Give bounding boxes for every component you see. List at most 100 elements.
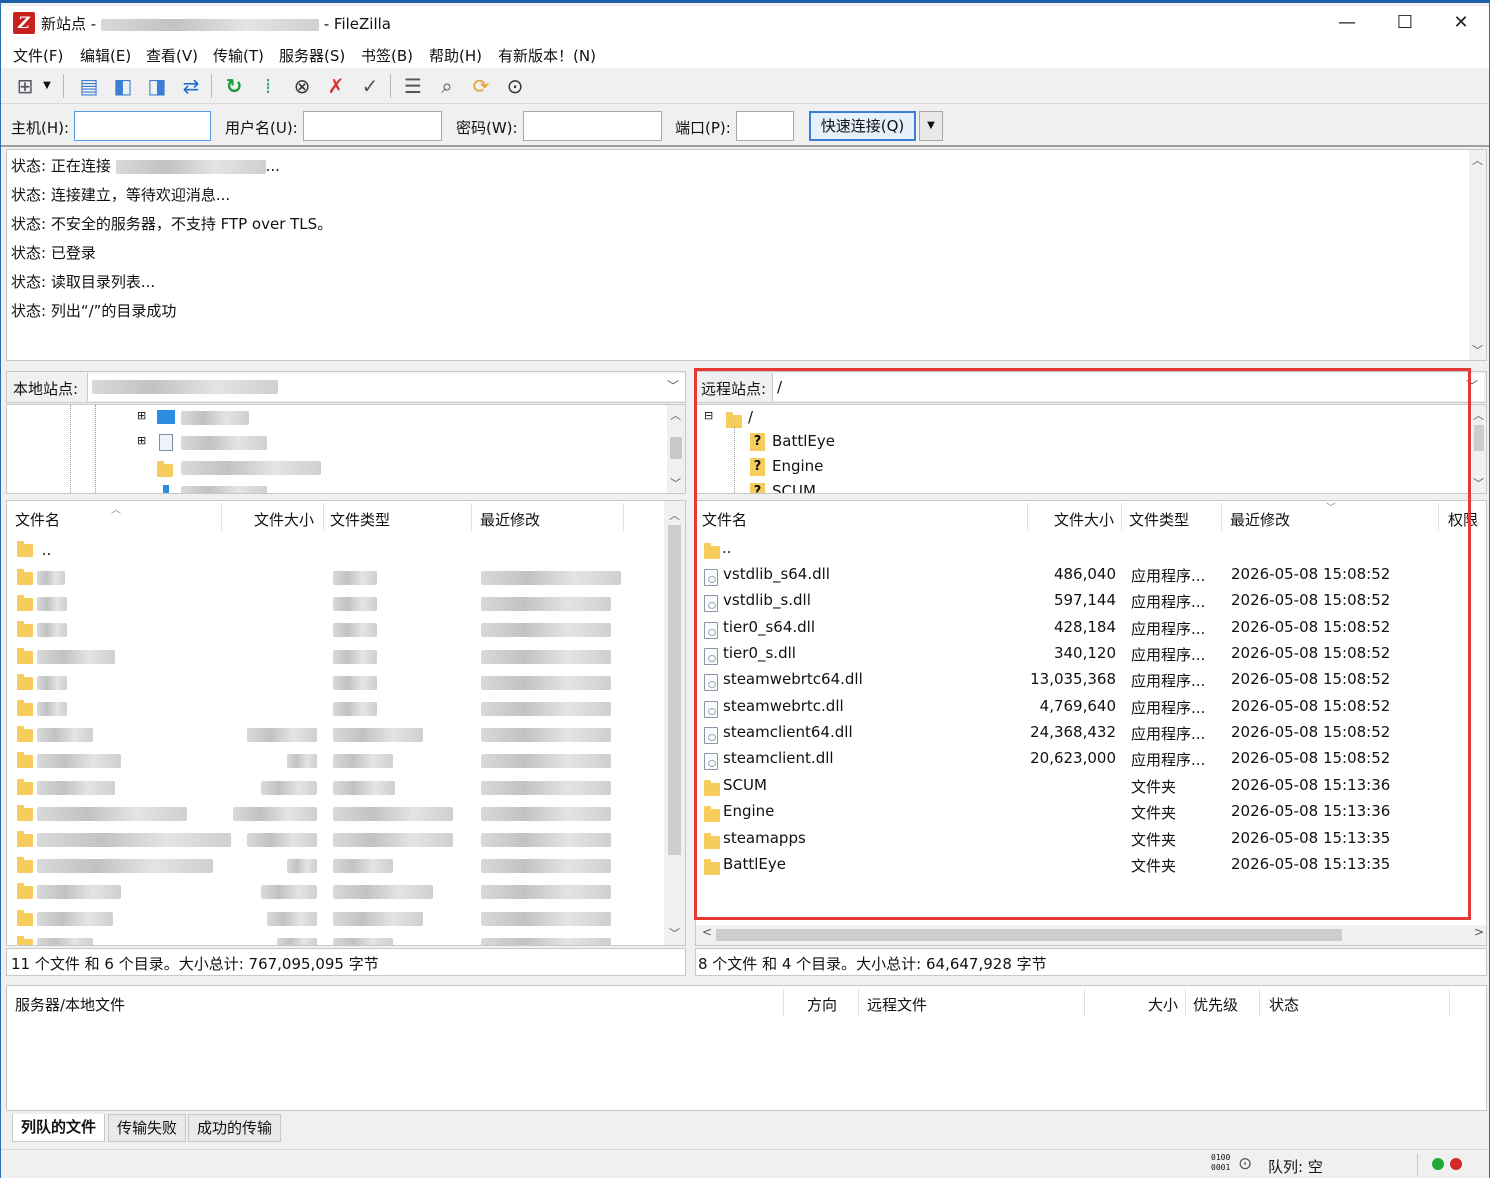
- transfer-queue[interactable]: 服务器/本地文件 方向 远程文件 大小 优先级 状态: [6, 985, 1487, 1111]
- cancel-icon[interactable]: ⊗: [288, 72, 316, 100]
- list-item[interactable]: ..: [17, 541, 51, 559]
- list-item[interactable]: ..: [696, 535, 1456, 561]
- sync-browse-icon[interactable]: ⟳: [467, 72, 495, 100]
- close-button[interactable]: ✕: [1433, 6, 1489, 40]
- table-row[interactable]: steamclient64.dll 24,368,432 应用程序... 2026-0…: [696, 719, 1456, 745]
- table-row[interactable]: [7, 646, 657, 668]
- table-row[interactable]: vstdlib_s.dll 597,144 应用程序... 2026-05-08 15…: [696, 587, 1456, 613]
- table-row[interactable]: [7, 881, 657, 903]
- column-divider[interactable]: [1027, 503, 1028, 531]
- menu-view[interactable]: 查看(V): [146, 45, 198, 66]
- toggle-remote-tree-icon[interactable]: ◨: [143, 72, 171, 100]
- table-row[interactable]: [7, 567, 657, 589]
- toggle-log-icon[interactable]: ▤: [75, 72, 103, 100]
- host-input[interactable]: [74, 111, 211, 141]
- table-row[interactable]: [7, 908, 657, 930]
- chevron-down-icon[interactable]: ﹀: [1466, 377, 1478, 394]
- table-row[interactable]: [7, 750, 657, 772]
- menu-new-version[interactable]: 有新版本！(N): [498, 45, 596, 66]
- scroll-thumb[interactable]: [1474, 425, 1484, 451]
- table-row[interactable]: steamwebrtc.dll 4,769,640 应用程序... 2026-05-0…: [696, 693, 1456, 719]
- refresh-icon[interactable]: ↻: [220, 72, 248, 100]
- local-tree-scrollbar[interactable]: ︿ ﹀: [667, 405, 685, 493]
- speed-limit-icon[interactable]: ⊙: [1238, 1154, 1252, 1174]
- table-row[interactable]: BattlEye 文件夹 2026-05-08 15:13:35: [696, 851, 1456, 877]
- tree-root[interactable]: /: [748, 408, 753, 426]
- chevron-down-icon[interactable]: ▼: [39, 72, 55, 100]
- tab-failed-transfers[interactable]: 传输失败: [108, 1114, 187, 1142]
- toggle-local-tree-icon[interactable]: ◧: [109, 72, 137, 100]
- scroll-down-icon[interactable]: ﹀: [1470, 475, 1486, 491]
- log-scrollbar[interactable]: ︿ ﹀: [1469, 150, 1486, 360]
- menu-file[interactable]: 文件(F): [13, 45, 63, 66]
- chevron-down-icon[interactable]: ﹀: [667, 377, 679, 394]
- menu-help[interactable]: 帮助(H): [429, 45, 482, 66]
- column-divider[interactable]: [858, 988, 859, 1016]
- table-row[interactable]: steamwebrtc64.dll 13,035,368 应用程序... 2026-0…: [696, 666, 1456, 692]
- table-row[interactable]: [7, 698, 657, 720]
- scroll-right-icon[interactable]: >: [1474, 925, 1484, 939]
- remote-col-size[interactable]: 文件大小: [1054, 509, 1114, 530]
- table-row[interactable]: SCUM 文件夹 2026-05-08 15:13:36: [696, 772, 1456, 798]
- table-row[interactable]: [7, 855, 657, 877]
- scroll-down-icon[interactable]: ﹀: [666, 925, 683, 941]
- table-row[interactable]: [7, 619, 657, 641]
- queue-col-server[interactable]: 服务器/本地文件: [15, 994, 125, 1015]
- local-col-type[interactable]: 文件类型: [330, 509, 390, 530]
- menu-server[interactable]: 服务器(S): [279, 45, 345, 66]
- remote-col-modified[interactable]: 最近修改: [1230, 509, 1290, 530]
- table-row[interactable]: tier0_s64.dll 428,184 应用程序... 2026-05-08 15…: [696, 614, 1456, 640]
- local-col-name[interactable]: 文件名: [15, 509, 60, 530]
- remote-directory-tree[interactable]: ⊟ / ? BattlEye ? Engine ? SCUM ︿ ﹀: [695, 404, 1487, 494]
- column-divider[interactable]: [1221, 503, 1222, 531]
- expand-icon[interactable]: ⊞: [137, 434, 146, 447]
- scroll-up-icon[interactable]: ︿: [1469, 152, 1486, 168]
- toggle-queue-icon[interactable]: ⇄: [177, 72, 205, 100]
- table-row[interactable]: tier0_s.dll 340,120 应用程序... 2026-05-08 15:0…: [696, 640, 1456, 666]
- reconnect-icon[interactable]: ✓: [356, 72, 384, 100]
- column-divider[interactable]: [323, 503, 324, 531]
- process-queue-icon[interactable]: ⁞: [254, 72, 282, 100]
- tab-successful-transfers[interactable]: 成功的传输: [188, 1114, 282, 1142]
- column-divider[interactable]: [1121, 503, 1122, 531]
- scroll-thumb[interactable]: [668, 525, 681, 855]
- local-file-list[interactable]: 文件名 ︿ 文件大小 文件类型 最近修改 .. ︿ ﹀: [6, 500, 686, 946]
- queue-col-priority[interactable]: 优先级: [1193, 994, 1238, 1015]
- local-col-size[interactable]: 文件大小: [254, 509, 314, 530]
- expand-icon[interactable]: ⊞: [137, 409, 146, 422]
- password-input[interactable]: [523, 111, 662, 141]
- column-divider[interactable]: [783, 988, 784, 1016]
- local-path-input[interactable]: ﹀: [87, 373, 685, 401]
- remote-list-hscrollbar[interactable]: < >: [696, 925, 1486, 945]
- local-list-scrollbar[interactable]: ︿ ﹀: [664, 501, 685, 945]
- scroll-left-icon[interactable]: <: [702, 925, 712, 939]
- port-input[interactable]: [736, 111, 794, 141]
- username-input[interactable]: [303, 111, 442, 141]
- filter-icon[interactable]: ☰: [399, 72, 427, 100]
- menu-transfer[interactable]: 传输(T): [213, 45, 264, 66]
- scroll-up-icon[interactable]: ︿: [666, 507, 683, 523]
- site-manager-icon[interactable]: ⊞: [11, 72, 39, 100]
- disconnect-icon[interactable]: ✗: [322, 72, 350, 100]
- column-divider[interactable]: [1449, 988, 1450, 1016]
- scroll-thumb[interactable]: [670, 437, 682, 459]
- queue-col-direction[interactable]: 方向: [807, 994, 837, 1015]
- scroll-down-icon[interactable]: ﹀: [667, 475, 684, 491]
- menu-edit[interactable]: 编辑(E): [80, 45, 131, 66]
- remote-col-type[interactable]: 文件类型: [1129, 509, 1189, 530]
- minimize-button[interactable]: —: [1319, 6, 1375, 40]
- quickconnect-button[interactable]: 快速连接(Q): [809, 111, 916, 141]
- search-icon[interactable]: ⊙: [501, 72, 529, 100]
- menu-bookmarks[interactable]: 书签(B): [361, 45, 413, 66]
- remote-tree-scrollbar[interactable]: ︿ ﹀: [1472, 405, 1486, 493]
- queue-col-remote[interactable]: 远程文件: [867, 994, 927, 1015]
- remote-file-list[interactable]: 文件名 文件大小 文件类型 最近修改 ﹀ 权限 .. vstdlib_s64.d…: [695, 500, 1487, 946]
- compare-icon[interactable]: ⌕: [433, 72, 461, 100]
- table-row[interactable]: Engine 文件夹 2026-05-08 15:13:36: [696, 798, 1456, 824]
- table-row[interactable]: steamclient.dll 20,623,000 应用程序... 2026-05-…: [696, 745, 1456, 771]
- queue-col-status[interactable]: 状态: [1269, 994, 1299, 1015]
- scroll-down-icon[interactable]: ﹀: [1469, 342, 1486, 358]
- scroll-up-icon[interactable]: ︿: [667, 407, 684, 423]
- column-divider[interactable]: [221, 503, 222, 531]
- tree-item[interactable]: BattlEye: [772, 432, 835, 450]
